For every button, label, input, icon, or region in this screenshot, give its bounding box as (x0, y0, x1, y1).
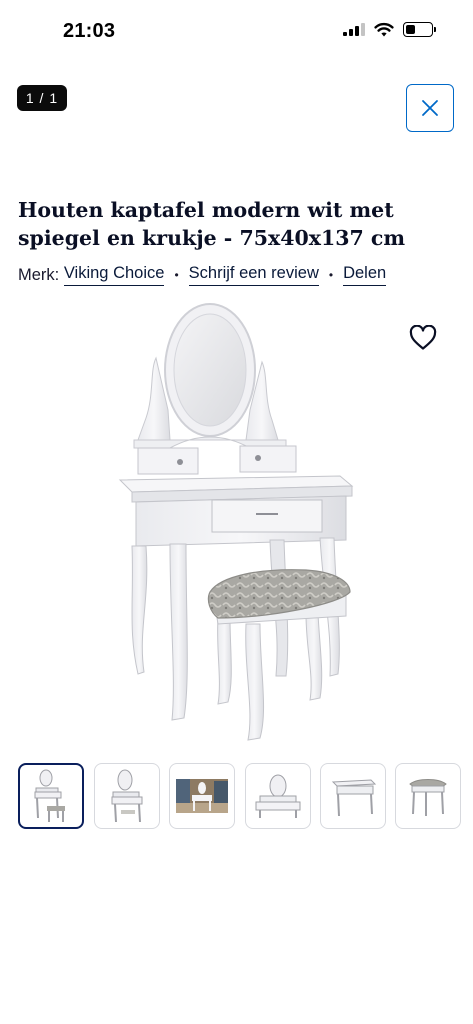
product-title: Houten kaptafel modern wit met spiegel e… (18, 198, 406, 250)
vanity-room-scene-thumbnail (176, 779, 228, 813)
vanity-mirror-thumbnail (111, 769, 143, 823)
product-meta-row: Merk: Viking Choice • Schrijf een review… (18, 264, 387, 286)
thumbnail-6[interactable] (395, 763, 461, 829)
product-main-image[interactable] (110, 300, 370, 745)
battery-icon (403, 22, 436, 37)
heart-icon (409, 325, 437, 350)
wifi-icon (374, 22, 394, 37)
wishlist-button[interactable] (404, 320, 442, 356)
thumbnail-2[interactable] (94, 763, 160, 829)
write-review-link[interactable]: Schrijf een review (188, 264, 319, 286)
table-only-thumbnail (331, 779, 377, 817)
thumbnail-4[interactable] (245, 763, 311, 829)
brand-link[interactable]: Viking Choice (63, 264, 165, 286)
close-icon (422, 100, 438, 116)
separator-dot: • (328, 268, 334, 282)
share-link[interactable]: Delen (343, 264, 387, 286)
stool-thumbnail (409, 779, 447, 816)
image-counter: 1 / 1 (17, 85, 67, 111)
thumbnail-strip (18, 763, 473, 831)
status-icons (343, 22, 436, 37)
status-bar: 21:03 (0, 0, 473, 64)
vanity-top-detail-thumbnail (255, 774, 301, 818)
cellular-signal-icon (343, 23, 365, 36)
thumbnail-5[interactable] (320, 763, 386, 829)
status-time: 21:03 (63, 20, 116, 42)
vanity-with-stool-thumbnail (34, 769, 65, 822)
separator-dot: • (174, 268, 179, 282)
close-button[interactable] (406, 84, 454, 132)
brand-label: Merk: (18, 265, 64, 284)
thumbnail-1[interactable] (18, 763, 84, 829)
thumbnail-3[interactable] (169, 763, 235, 829)
